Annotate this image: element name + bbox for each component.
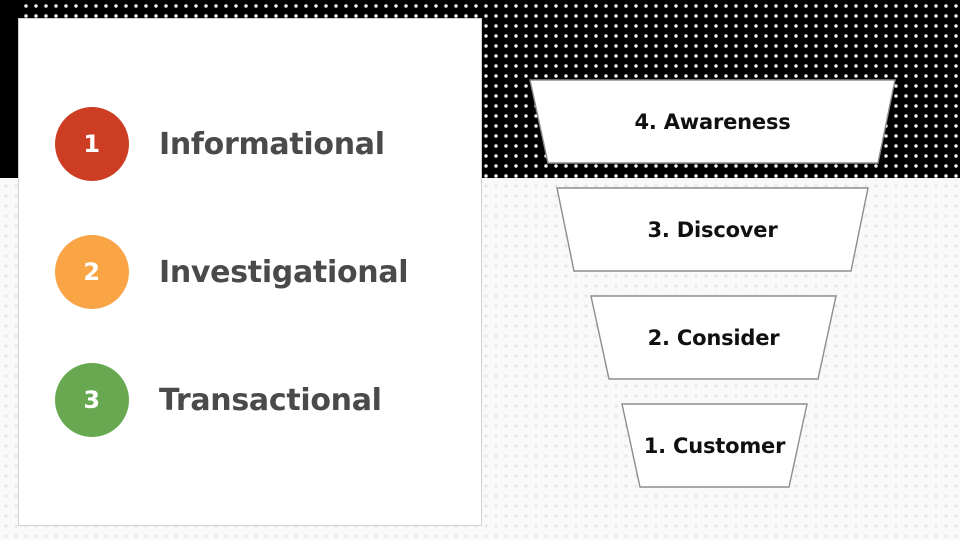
slide-canvas: 1 Informational 2 Investigational 3 Tran… [0, 0, 960, 540]
list-item[interactable]: 1 Informational [55, 105, 455, 183]
legend-label-informational: Informational [159, 126, 385, 162]
legend-label-transactional: Transactional [159, 382, 382, 418]
badge-number-2-text: 2 [83, 258, 101, 286]
badge-number-1-text: 1 [83, 130, 101, 158]
list-item[interactable]: 3 Transactional [55, 361, 455, 439]
badge-number-3: 3 [55, 363, 129, 437]
badge-number-3-text: 3 [83, 386, 101, 414]
background-dark-solid-edge [0, 0, 18, 178]
badge-number-1: 1 [55, 107, 129, 181]
legend-label-investigational: Investigational [159, 254, 409, 290]
badge-number-2: 2 [55, 235, 129, 309]
search-intent-card: 1 Informational 2 Investigational 3 Tran… [18, 18, 482, 526]
list-item[interactable]: 2 Investigational [55, 233, 455, 311]
search-intent-legend: 1 Informational 2 Investigational 3 Tran… [55, 105, 455, 439]
